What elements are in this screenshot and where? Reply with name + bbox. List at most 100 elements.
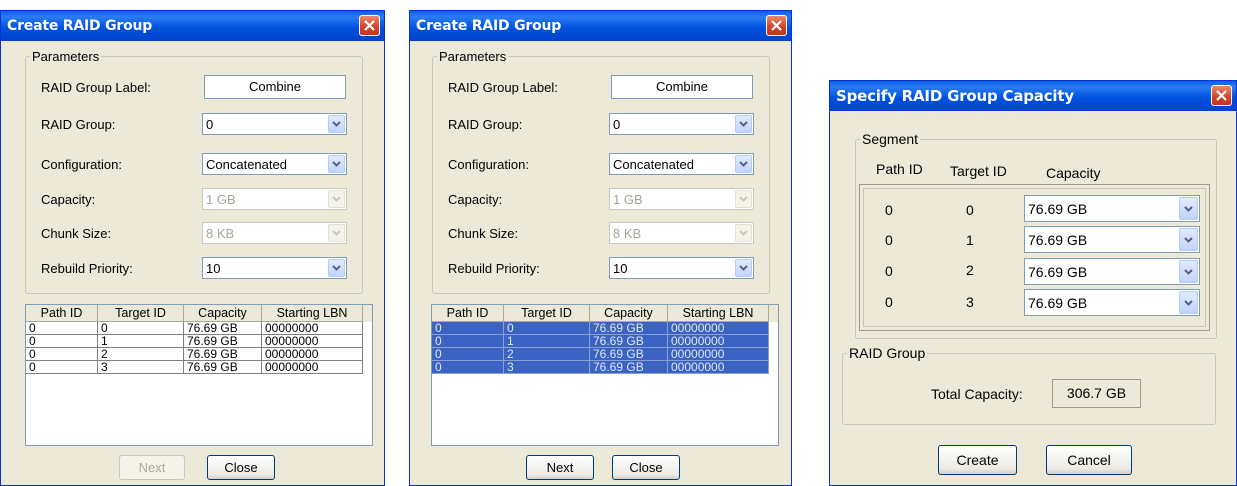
chevron-down-icon[interactable]: [735, 155, 752, 173]
table-row[interactable]: 0 2 76.69 GB 00000000: [432, 348, 778, 361]
raid-group-value: 0: [206, 117, 214, 132]
cell-target-id: 0: [504, 322, 590, 335]
cell-path-id: 0: [432, 361, 504, 374]
column-header-starting-lbn[interactable]: Starting LBN: [262, 305, 363, 322]
configuration-value: Concatenated: [613, 157, 694, 172]
table-row[interactable]: 0 2 76.69 GB 00000000: [26, 348, 372, 361]
raid-group-label-input[interactable]: Combine: [611, 75, 753, 99]
chevron-down-icon[interactable]: [328, 155, 345, 173]
cell-starting-lbn: 00000000: [262, 348, 363, 361]
configuration-value: Concatenated: [206, 157, 287, 172]
chunk-size-label: Chunk Size:: [41, 226, 112, 241]
parameters-legend: Parameters: [32, 49, 100, 64]
column-header-target-id[interactable]: Target ID: [98, 305, 184, 322]
cell-target-id: 0: [98, 322, 184, 335]
rebuild-priority-value: 10: [206, 261, 221, 276]
chevron-down-icon: [735, 190, 752, 208]
close-window-button[interactable]: [359, 15, 380, 36]
column-header-target-id[interactable]: Target ID: [504, 305, 590, 322]
raid-group-select[interactable]: 0: [202, 113, 347, 135]
column-header-path-id[interactable]: Path ID: [432, 305, 504, 322]
raid-group-label-label: RAID Group Label:: [448, 80, 558, 95]
capacity-value: 76.69 GB: [1028, 201, 1088, 217]
configuration-select[interactable]: Concatenated: [202, 153, 347, 175]
table-row[interactable]: 0 1 76.69 GB 00000000: [432, 335, 778, 348]
chunk-size-select: 8 KB: [202, 222, 347, 244]
cell-starting-lbn: 00000000: [668, 322, 769, 335]
create-raid-group-dialog-2: Create RAID Group Parameters RAID Group …: [409, 10, 792, 486]
cell-capacity: 76.69 GB: [184, 361, 262, 374]
next-button[interactable]: Next: [526, 455, 594, 480]
capacity-select-2[interactable]: 76.69 GB: [1024, 258, 1200, 285]
specify-capacity-dialog: Specify RAID Group Capacity Segment Path…: [829, 80, 1237, 486]
chevron-down-icon[interactable]: [735, 259, 752, 277]
cell-target-id: 1: [98, 335, 184, 348]
close-icon: [1216, 90, 1227, 101]
header-target-id: Target ID: [950, 163, 1007, 179]
column-header-starting-lbn[interactable]: Starting LBN: [668, 305, 769, 322]
table-row[interactable]: 0 0 76.69 GB 00000000: [26, 322, 372, 335]
close-button[interactable]: Close: [612, 455, 680, 480]
title-bar[interactable]: Create RAID Group: [1, 11, 384, 41]
header-capacity: Capacity: [1046, 165, 1101, 181]
title-bar[interactable]: Specify RAID Group Capacity: [830, 81, 1236, 111]
column-header-capacity[interactable]: Capacity: [590, 305, 668, 322]
rebuild-priority-select[interactable]: 10: [202, 257, 347, 279]
chevron-down-icon[interactable]: [328, 259, 345, 277]
configuration-select[interactable]: Concatenated: [609, 153, 754, 175]
cell-path-id: 0: [26, 322, 98, 335]
chunk-size-value: 8 KB: [206, 226, 235, 241]
header-path-id: Path ID: [876, 161, 923, 177]
title-bar[interactable]: Create RAID Group: [410, 11, 791, 41]
table-row[interactable]: 0 3 76.69 GB 00000000: [26, 361, 372, 374]
column-header-capacity[interactable]: Capacity: [184, 305, 262, 322]
close-button[interactable]: Close: [207, 455, 275, 480]
chevron-down-icon[interactable]: [1179, 260, 1198, 283]
configuration-label: Configuration:: [41, 157, 122, 172]
chevron-down-icon[interactable]: [1179, 197, 1198, 220]
dialog-title: Create RAID Group: [416, 18, 562, 34]
cell-capacity: 76.69 GB: [590, 335, 668, 348]
row-target-id: 1: [966, 232, 974, 248]
column-header-path-id[interactable]: Path ID: [26, 305, 98, 322]
raid-group-label-input[interactable]: Combine: [204, 75, 346, 99]
chunk-size-value: 8 KB: [613, 226, 642, 241]
chevron-down-icon[interactable]: [1179, 291, 1198, 314]
chunk-size-select: 8 KB: [609, 222, 754, 244]
chevron-down-icon[interactable]: [1179, 228, 1198, 251]
chevron-down-icon: [735, 224, 752, 242]
capacity-select-3[interactable]: 76.69 GB: [1024, 289, 1200, 316]
raid-group-label: RAID Group:: [448, 117, 523, 132]
capacity-select-0[interactable]: 76.69 GB: [1024, 195, 1200, 222]
cell-path-id: 0: [26, 335, 98, 348]
create-button[interactable]: Create: [938, 445, 1017, 475]
close-window-button[interactable]: [766, 15, 787, 36]
create-raid-group-dialog-1: Create RAID Group Parameters RAID Group …: [0, 10, 385, 486]
capacity-select-1[interactable]: 76.69 GB: [1024, 226, 1200, 253]
capacity-value: 76.69 GB: [1028, 295, 1088, 311]
cell-capacity: 76.69 GB: [590, 348, 668, 361]
chevron-down-icon: [328, 190, 345, 208]
table-header: Path ID Target ID Capacity Starting LBN: [26, 305, 372, 322]
cell-target-id: 1: [504, 335, 590, 348]
raid-group-legend: RAID Group: [849, 345, 926, 361]
table-row[interactable]: 0 3 76.69 GB 00000000: [432, 361, 778, 374]
table-row[interactable]: 0 1 76.69 GB 00000000: [26, 335, 372, 348]
table-row[interactable]: 0 0 76.69 GB 00000000: [432, 322, 778, 335]
cell-path-id: 0: [432, 335, 504, 348]
cell-capacity: 76.69 GB: [590, 361, 668, 374]
chevron-down-icon[interactable]: [735, 115, 752, 133]
rebuild-priority-select[interactable]: 10: [609, 257, 754, 279]
parameters-legend: Parameters: [439, 49, 507, 64]
raid-group-group: RAID Group: [842, 345, 1216, 425]
close-window-button[interactable]: [1211, 85, 1232, 106]
rebuild-priority-label: Rebuild Priority:: [448, 261, 540, 276]
configuration-label: Configuration:: [448, 157, 529, 172]
cancel-button[interactable]: Cancel: [1046, 445, 1132, 475]
row-path-id: 0: [885, 202, 893, 218]
cell-starting-lbn: 00000000: [262, 335, 363, 348]
total-capacity-label: Total Capacity:: [931, 386, 1023, 402]
chevron-down-icon[interactable]: [328, 115, 345, 133]
row-path-id: 0: [885, 294, 893, 310]
raid-group-select[interactable]: 0: [609, 113, 754, 135]
